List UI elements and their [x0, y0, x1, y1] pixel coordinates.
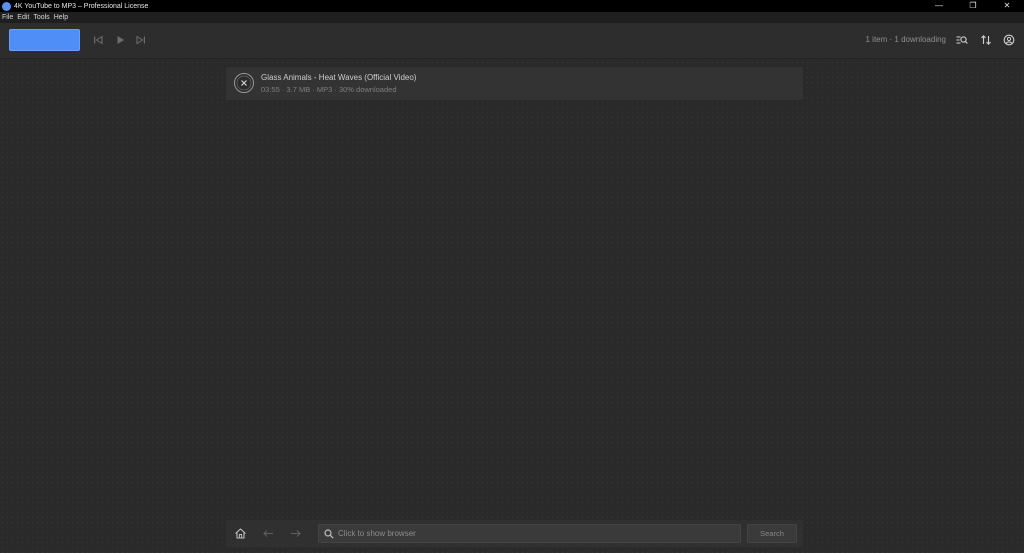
cancel-download-icon[interactable]: [234, 73, 254, 93]
menu-file[interactable]: File: [2, 14, 13, 21]
browser-search-input[interactable]: [338, 525, 733, 542]
restore-button[interactable]: ❐: [956, 0, 990, 12]
search-button[interactable]: Search: [747, 524, 797, 543]
paste-link-button[interactable]: [9, 29, 80, 51]
search-icon: [324, 529, 334, 539]
toolbar: 1 item · 1 downloading: [0, 23, 1024, 59]
search-list-icon[interactable]: [956, 34, 968, 46]
window-controls: — ❐ ✕: [922, 0, 1024, 12]
skip-forward-icon[interactable]: [135, 34, 147, 46]
account-icon[interactable]: [1003, 34, 1015, 46]
menu-bar: File Edit Tools Help: [0, 12, 1024, 23]
minimize-button[interactable]: —: [922, 0, 956, 12]
app-window: 4K YouTube to MP3 – Professional License…: [0, 0, 1024, 553]
download-meta: 03:55 · 3.7 MB · MP3 · 30% downloaded: [261, 85, 397, 94]
download-title: Glass Animals - Heat Waves (Official Vid…: [261, 73, 417, 82]
play-icon[interactable]: [114, 34, 126, 46]
browser-bar: Search: [226, 520, 803, 547]
menu-help[interactable]: Help: [54, 14, 68, 21]
close-button[interactable]: ✕: [990, 0, 1024, 12]
sort-icon[interactable]: [980, 34, 992, 46]
menu-edit[interactable]: Edit: [17, 14, 29, 21]
forward-arrow-icon[interactable]: [289, 527, 302, 540]
app-logo-icon: [2, 1, 11, 11]
window-title: 4K YouTube to MP3 – Professional License: [14, 2, 149, 10]
menu-tools[interactable]: Tools: [33, 14, 49, 21]
back-arrow-icon[interactable]: [262, 527, 275, 540]
browser-search-field[interactable]: [318, 524, 741, 543]
download-item[interactable]: Glass Animals - Heat Waves (Official Vid…: [226, 67, 803, 100]
skip-back-icon[interactable]: [92, 34, 104, 46]
home-icon[interactable]: [234, 527, 247, 540]
title-bar: 4K YouTube to MP3 – Professional License…: [0, 0, 1024, 12]
download-status: 1 item · 1 downloading: [865, 35, 947, 44]
